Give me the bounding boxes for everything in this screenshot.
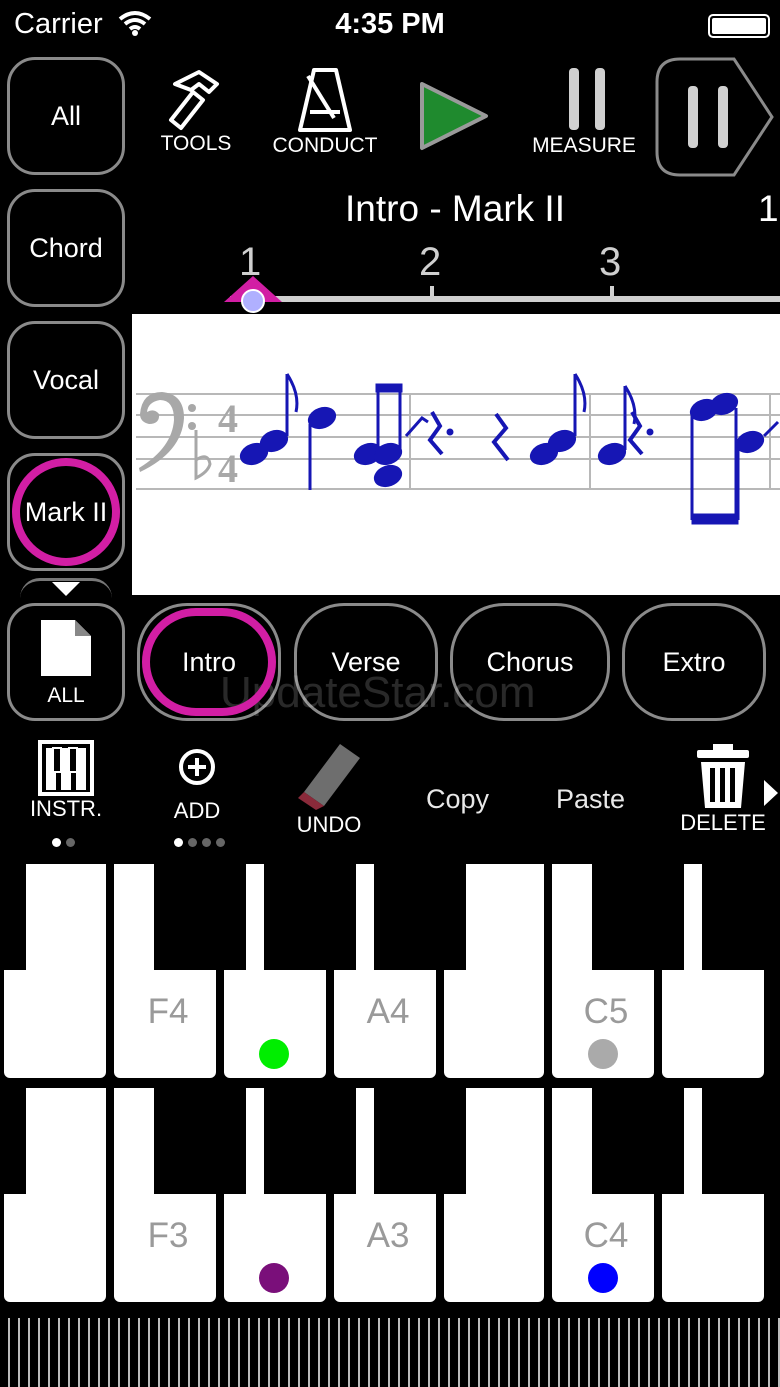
key-label-f3: F3 bbox=[147, 1216, 189, 1255]
track-mark-ii-label: Mark II bbox=[24, 496, 108, 527]
note-dot-gray bbox=[588, 1039, 618, 1069]
piano-icon bbox=[38, 740, 94, 796]
track-vocal-label: Vocal bbox=[32, 364, 100, 395]
scroll-down-arrow-icon[interactable] bbox=[52, 582, 80, 596]
add-circle-icon bbox=[179, 749, 215, 785]
track-all-button[interactable]: All bbox=[7, 57, 125, 175]
ruler-tick bbox=[430, 286, 434, 300]
notes bbox=[239, 373, 780, 525]
staff-notation: 4 4 bbox=[136, 373, 780, 525]
key-label-f4: F4 bbox=[147, 992, 189, 1031]
keyboard-range-strip[interactable] bbox=[0, 1318, 780, 1387]
track-vocal-button[interactable]: Vocal bbox=[7, 321, 125, 439]
document-icon bbox=[41, 620, 91, 676]
black-key[interactable] bbox=[592, 1084, 684, 1194]
page-dot bbox=[66, 838, 75, 847]
track-all-label: All bbox=[50, 100, 81, 131]
play-icon[interactable] bbox=[416, 80, 492, 152]
instr-button[interactable]: INSTR. bbox=[24, 740, 108, 822]
more-tools-arrow-icon[interactable] bbox=[764, 780, 778, 806]
metronome-icon bbox=[298, 68, 352, 132]
svg-text:4: 4 bbox=[218, 396, 238, 441]
tools-button[interactable]: TOOLS bbox=[150, 66, 242, 156]
section-intro-label: Intro bbox=[181, 646, 237, 677]
undo-label: UNDO bbox=[296, 812, 362, 837]
paste-button[interactable]: Paste bbox=[556, 784, 625, 815]
eraser-icon bbox=[298, 744, 360, 810]
svg-text:4: 4 bbox=[218, 446, 238, 491]
black-key[interactable] bbox=[592, 860, 684, 970]
delete-label: DELETE bbox=[680, 810, 766, 835]
note-dot-green bbox=[259, 1039, 289, 1069]
black-key[interactable] bbox=[374, 1084, 466, 1194]
key-label-c4: C4 bbox=[583, 1216, 629, 1255]
hammer-icon bbox=[169, 70, 219, 130]
measure-label: MEASURE bbox=[532, 134, 636, 157]
note-dot-purple bbox=[259, 1263, 289, 1293]
copy-button[interactable]: Copy bbox=[426, 784, 489, 815]
black-key[interactable] bbox=[154, 860, 246, 970]
note-dot-blue bbox=[588, 1263, 618, 1293]
score-title: Intro - Mark II bbox=[345, 188, 565, 229]
black-key[interactable] bbox=[0, 860, 26, 970]
section-verse-label: Verse bbox=[331, 646, 401, 677]
page-dot bbox=[174, 838, 183, 847]
add-button[interactable]: ADD bbox=[158, 748, 236, 824]
lower-keyboard[interactable]: F3 A3 C4 bbox=[0, 1084, 780, 1306]
track-chord-button[interactable]: Chord bbox=[7, 189, 125, 307]
black-key[interactable] bbox=[702, 860, 780, 970]
black-key[interactable] bbox=[702, 1084, 780, 1194]
measure-number-3: 3 bbox=[599, 240, 622, 284]
undo-button[interactable]: UNDO bbox=[284, 740, 374, 838]
key-label-a3: A3 bbox=[366, 1216, 410, 1255]
section-chorus-label: Chorus bbox=[486, 646, 574, 677]
measure-number-2: 2 bbox=[419, 240, 442, 284]
score-staff[interactable]: 4 4 bbox=[132, 314, 780, 595]
black-key[interactable] bbox=[264, 860, 356, 970]
black-key[interactable] bbox=[0, 1084, 26, 1194]
sections-all-label: ALL bbox=[47, 684, 85, 707]
page-dot bbox=[202, 838, 211, 847]
ruler-tick bbox=[610, 286, 614, 300]
tools-label: TOOLS bbox=[160, 132, 232, 155]
clock: 4:35 PM bbox=[335, 8, 445, 40]
next-measure-button[interactable] bbox=[654, 56, 776, 178]
track-mark-ii-button[interactable]: Mark II bbox=[7, 453, 125, 571]
key-label-c5: C5 bbox=[583, 992, 629, 1031]
trash-icon bbox=[697, 744, 749, 808]
section-extro-button[interactable]: Extro bbox=[622, 603, 766, 721]
battery-icon bbox=[708, 14, 770, 38]
delete-button[interactable]: DELETE bbox=[680, 742, 766, 836]
black-key[interactable] bbox=[264, 1084, 356, 1194]
instr-label: INSTR. bbox=[29, 796, 103, 821]
page-dot bbox=[216, 838, 225, 847]
section-extro-label: Extro bbox=[662, 646, 726, 677]
track-chord-label: Chord bbox=[29, 232, 103, 263]
key-label-a4: A4 bbox=[366, 992, 410, 1031]
add-label: ADD bbox=[173, 798, 221, 823]
conduct-button[interactable]: CONDUCT bbox=[272, 66, 378, 158]
sections-all-button[interactable]: ALL bbox=[7, 603, 125, 721]
page-dot bbox=[52, 838, 61, 847]
conduct-label: CONDUCT bbox=[272, 134, 378, 157]
timeline-ruler[interactable] bbox=[230, 296, 780, 302]
measure-button[interactable]: MEASURE bbox=[532, 66, 636, 158]
page-dot bbox=[188, 838, 197, 847]
bar-lines-icon bbox=[569, 68, 605, 130]
upper-keyboard[interactable]: F4 A4 C5 bbox=[0, 860, 780, 1082]
black-key[interactable] bbox=[154, 1084, 246, 1194]
score-page-number: 1 bbox=[758, 188, 779, 229]
playhead-marker[interactable] bbox=[222, 274, 284, 314]
black-key[interactable] bbox=[374, 860, 466, 970]
